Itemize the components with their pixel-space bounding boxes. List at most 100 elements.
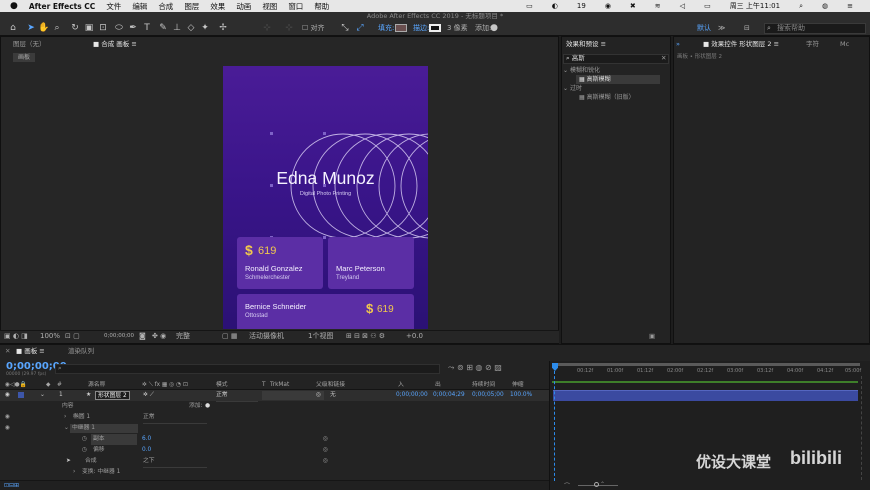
col-stretch[interactable]: 伸缩 — [512, 380, 524, 390]
layer-switches[interactable]: ✲ ⟋ — [143, 390, 154, 401]
close-app-icon[interactable]: ✖ — [630, 2, 636, 10]
comp-breadcrumb[interactable]: 画板 — [13, 53, 35, 62]
prop-repeater[interactable]: ◉ ⌄ 中继器 1 — [0, 423, 549, 434]
layer-duration[interactable]: 0;00;05;00 — [472, 390, 504, 401]
av-icons[interactable]: ◉◁●🔒 — [5, 380, 27, 390]
menu-window[interactable]: 窗口 — [288, 1, 303, 12]
artboard[interactable]: Edna Munoz Digital Photo Printing $ 619 … — [223, 66, 428, 329]
stamp-tool-icon[interactable]: ⊥ — [172, 23, 182, 33]
display-icon[interactable]: ▭ — [526, 2, 533, 10]
wechat-icon[interactable]: ◉ — [605, 2, 611, 10]
visibility-icon[interactable]: ◉ — [5, 390, 10, 401]
offset-value[interactable]: 0.0 — [142, 445, 151, 456]
tab-effect-controls[interactable]: ■ 效果控件 形状图层 2 ≡ — [703, 40, 779, 49]
col-mode[interactable]: 模式 — [216, 380, 228, 390]
volume-icon[interactable]: ◁ — [680, 2, 685, 10]
menu-file[interactable]: 文件 — [106, 1, 121, 12]
camera-tool-icon[interactable]: ▣ — [84, 23, 94, 33]
footer-toggle-icons[interactable]: ⊡⊟⊞ — [4, 481, 19, 490]
layer-duration-bar[interactable] — [553, 390, 858, 401]
tab-composition[interactable]: ■ 合成 画板 ≡ — [93, 40, 137, 49]
fill-swatch[interactable] — [395, 24, 407, 32]
siri-icon[interactable]: ◍ — [822, 2, 828, 10]
stroke-width[interactable]: 3 像素 — [447, 24, 468, 33]
channel-icon[interactable]: ✤ ◉ — [152, 332, 166, 341]
tab-timeline-comp[interactable]: ■ 画板 ≡ — [16, 347, 45, 356]
clear-search-icon[interactable]: ✕ — [661, 54, 666, 63]
menu-view[interactable]: 视图 — [262, 1, 277, 12]
layer-name-field[interactable]: 形状图层 2 — [95, 391, 130, 400]
col-duration[interactable]: 持续时间 — [472, 380, 495, 390]
list-icon[interactable]: ≡ — [847, 2, 853, 10]
stopwatch-icon[interactable]: ◷ — [82, 434, 87, 445]
axis2-icon[interactable]: ⊹ — [284, 23, 294, 33]
viewer-time[interactable]: 0;00;00;00 — [104, 332, 134, 341]
layer-stretch[interactable]: 100.0% — [510, 390, 532, 401]
tab-mc[interactable]: Mc — [840, 40, 849, 49]
time-ruler[interactable]: 00:12f 01:00f 01:12f 02:00f 02:12f 03:00… — [549, 366, 870, 380]
copies-value[interactable]: 6.0 — [142, 434, 151, 445]
effect-gaussian-legacy[interactable]: ▦ 高斯模糊（旧版） — [579, 93, 635, 102]
viewer-tools-icon[interactable]: ⊞ ⊟ ⊠ ⚇ ⚙ — [346, 332, 385, 341]
transparency-icon[interactable]: ▢ ▦ — [222, 332, 237, 341]
snap-icon[interactable]: ⤡ — [340, 23, 350, 33]
views-select[interactable]: 1个视图 — [308, 332, 333, 341]
brush-tool-icon[interactable]: ✎ — [158, 23, 168, 33]
close-tab-icon[interactable]: ✕ — [5, 347, 10, 356]
tab-layer[interactable]: 图层（无） — [13, 40, 46, 49]
prop-copies[interactable]: ◷ 副本 6.0 ◎ — [0, 434, 549, 445]
roto-tool-icon[interactable]: ✦ — [200, 23, 210, 33]
rotate-tool-icon[interactable]: ↻ — [70, 23, 80, 33]
region-icon[interactable]: ⊡ ▢ — [65, 332, 80, 341]
tab-effects-presets[interactable]: 效果和预设 ≡ — [566, 40, 606, 49]
stroke-swatch[interactable] — [429, 24, 441, 32]
clock[interactable]: 周三 上午11:01 — [730, 1, 780, 11]
puppet-tool-icon[interactable]: ✢ — [218, 23, 228, 33]
zoom-slider[interactable]: ⌒ ⌃ — [550, 481, 870, 490]
label-color[interactable] — [18, 392, 24, 398]
home-icon[interactable]: ⌂ — [8, 23, 18, 33]
new-folder-icon[interactable]: ▣ — [649, 332, 655, 341]
select-tool-icon[interactable]: ➤ — [26, 23, 36, 33]
search-icon[interactable]: ⌕ — [799, 2, 803, 11]
twirl-right-icon[interactable]: › — [64, 412, 66, 423]
layer-out[interactable]: 0;00;04;29 — [433, 390, 465, 401]
axis-icon[interactable]: ⊹ — [262, 23, 272, 33]
pan-behind-icon[interactable]: ⊡ — [98, 23, 108, 33]
twirl-icon[interactable]: ⌄ — [40, 390, 45, 401]
col-source[interactable]: 源名称 — [88, 380, 105, 390]
prop-composite[interactable]: ➤ 合成 之下 ◎ — [0, 456, 549, 468]
sync-icon[interactable]: ⊟ — [744, 24, 750, 33]
tab-render-queue[interactable]: 渲染队列 — [68, 347, 94, 356]
wifi-icon[interactable]: ≋ — [655, 2, 661, 10]
zoom-tool-icon[interactable]: ⌕ — [52, 23, 62, 33]
stopwatch-icon-2[interactable]: ◷ — [82, 445, 87, 456]
card-bernice[interactable]: Bernice Schneider Ottostad $ 619 — [237, 294, 414, 329]
prop-contents[interactable]: 内容 添加: ● — [0, 401, 549, 412]
col-out[interactable]: 出 — [435, 380, 441, 390]
menu-effect[interactable]: 效果 — [210, 1, 225, 12]
workspace-menu-icon[interactable]: ≫ — [718, 24, 725, 33]
twirl-right-icon-2[interactable]: › — [73, 467, 75, 478]
label-col-icon[interactable]: ◆ — [46, 380, 50, 390]
menu-edit[interactable]: 编辑 — [132, 1, 147, 12]
trkmat-select[interactable] — [262, 391, 324, 400]
expression-icon-3[interactable]: ◎ — [323, 456, 328, 467]
expression-icon-2[interactable]: ◎ — [323, 445, 328, 456]
zoom-out-icon[interactable]: ⌒ — [564, 481, 570, 490]
pen-tool-icon[interactable]: ✒ — [128, 23, 138, 33]
type-tool-icon[interactable]: T — [142, 23, 152, 33]
zoom-in-icon[interactable]: ⌃ — [600, 481, 605, 488]
card-marc[interactable]: Marc Peterson Treyland — [328, 237, 414, 289]
repeater-label[interactable]: 中继器 1 — [70, 424, 138, 433]
resolution-select[interactable]: 完整 — [176, 332, 190, 341]
stroke-label[interactable]: 描边: — [413, 24, 429, 33]
pickwhip-icon[interactable]: ◎ — [316, 390, 321, 401]
expression-icon[interactable]: ◎ — [323, 434, 328, 445]
eraser-tool-icon[interactable]: ◇ — [186, 23, 196, 33]
timeline-switch-icons[interactable]: ⤳ ⊚ ⊞ ◍ ⊘ ▨ — [448, 363, 502, 372]
col-in[interactable]: 入 — [398, 380, 404, 390]
add-circle-icon[interactable]: ● — [205, 401, 210, 412]
twirl-down-icon[interactable]: ⌄ — [64, 423, 69, 434]
card-ronald[interactable]: $ 619 Ronald Gonzalez Schmelerchester — [237, 237, 323, 289]
